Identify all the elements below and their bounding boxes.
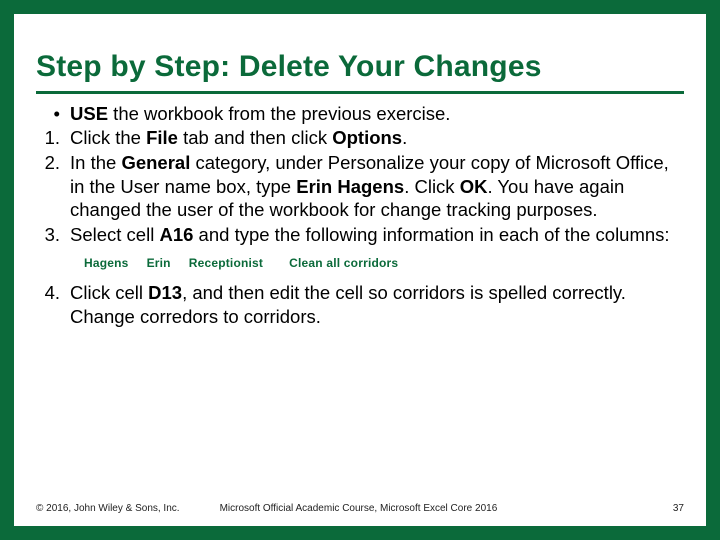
text-run: In the (70, 152, 121, 173)
text-run: D13 (148, 282, 182, 303)
list-marker-number: 1. (36, 126, 70, 150)
text-run: USE (70, 103, 108, 124)
list-marker-number: 4. (36, 281, 70, 328)
footer-page-number: 37 (673, 503, 684, 514)
list-item: 3. Select cell A16 and type the followin… (36, 223, 684, 247)
slide-frame: Step by Step: Delete Your Changes • USE … (0, 0, 720, 540)
footer-copyright: © 2016, John Wiley & Sons, Inc. (36, 503, 180, 514)
list-marker-spacer (36, 248, 70, 275)
title-rule (36, 91, 684, 94)
list-text: Click the File tab and then click Option… (70, 126, 684, 150)
list-item: Hagens Erin Receptionist Clean all corri… (36, 248, 684, 275)
list-item: 1. Click the File tab and then click Opt… (36, 126, 684, 150)
text-run: Click cell (70, 282, 148, 303)
slide-footer: © 2016, John Wiley & Sons, Inc. Microsof… (36, 503, 684, 514)
table-cell: Hagens (84, 256, 129, 271)
table-cell: Erin (147, 256, 171, 271)
text-run: tab and then click (178, 127, 332, 148)
footer-course: Microsoft Official Academic Course, Micr… (180, 503, 673, 514)
text-run: OK (460, 176, 488, 197)
list-marker-number: 3. (36, 223, 70, 247)
list-text: Click cell D13, and then edit the cell s… (70, 281, 684, 328)
text-run: and type the following information in ea… (193, 224, 669, 245)
list-marker-bullet: • (36, 102, 70, 126)
content-area: • USE the workbook from the previous exe… (36, 102, 684, 329)
list-item: • USE the workbook from the previous exe… (36, 102, 684, 126)
table-row: Hagens Erin Receptionist Clean all corri… (84, 254, 684, 273)
table-cell: Receptionist (189, 256, 263, 271)
inline-table: Hagens Erin Receptionist Clean all corri… (70, 248, 684, 275)
text-run: Click the (70, 127, 146, 148)
list-marker-number: 2. (36, 151, 70, 222)
list-text: Select cell A16 and type the following i… (70, 223, 684, 247)
text-run: Select cell (70, 224, 159, 245)
text-run: A16 (159, 224, 193, 245)
list-text: In the General category, under Personali… (70, 151, 684, 222)
text-run: Options (332, 127, 402, 148)
list-item: 4. Click cell D13, and then edit the cel… (36, 281, 684, 328)
text-run: . (402, 127, 407, 148)
text-run: the workbook from the previous exercise. (108, 103, 450, 124)
text-run: File (146, 127, 178, 148)
text-run: . Click (404, 176, 460, 197)
text-run: General (121, 152, 190, 173)
page-title: Step by Step: Delete Your Changes (36, 50, 684, 85)
text-run: Erin Hagens (296, 176, 404, 197)
list-text: USE the workbook from the previous exerc… (70, 102, 684, 126)
list-item: 2. In the General category, under Person… (36, 151, 684, 222)
table-cell: Clean all corridors (289, 256, 398, 271)
